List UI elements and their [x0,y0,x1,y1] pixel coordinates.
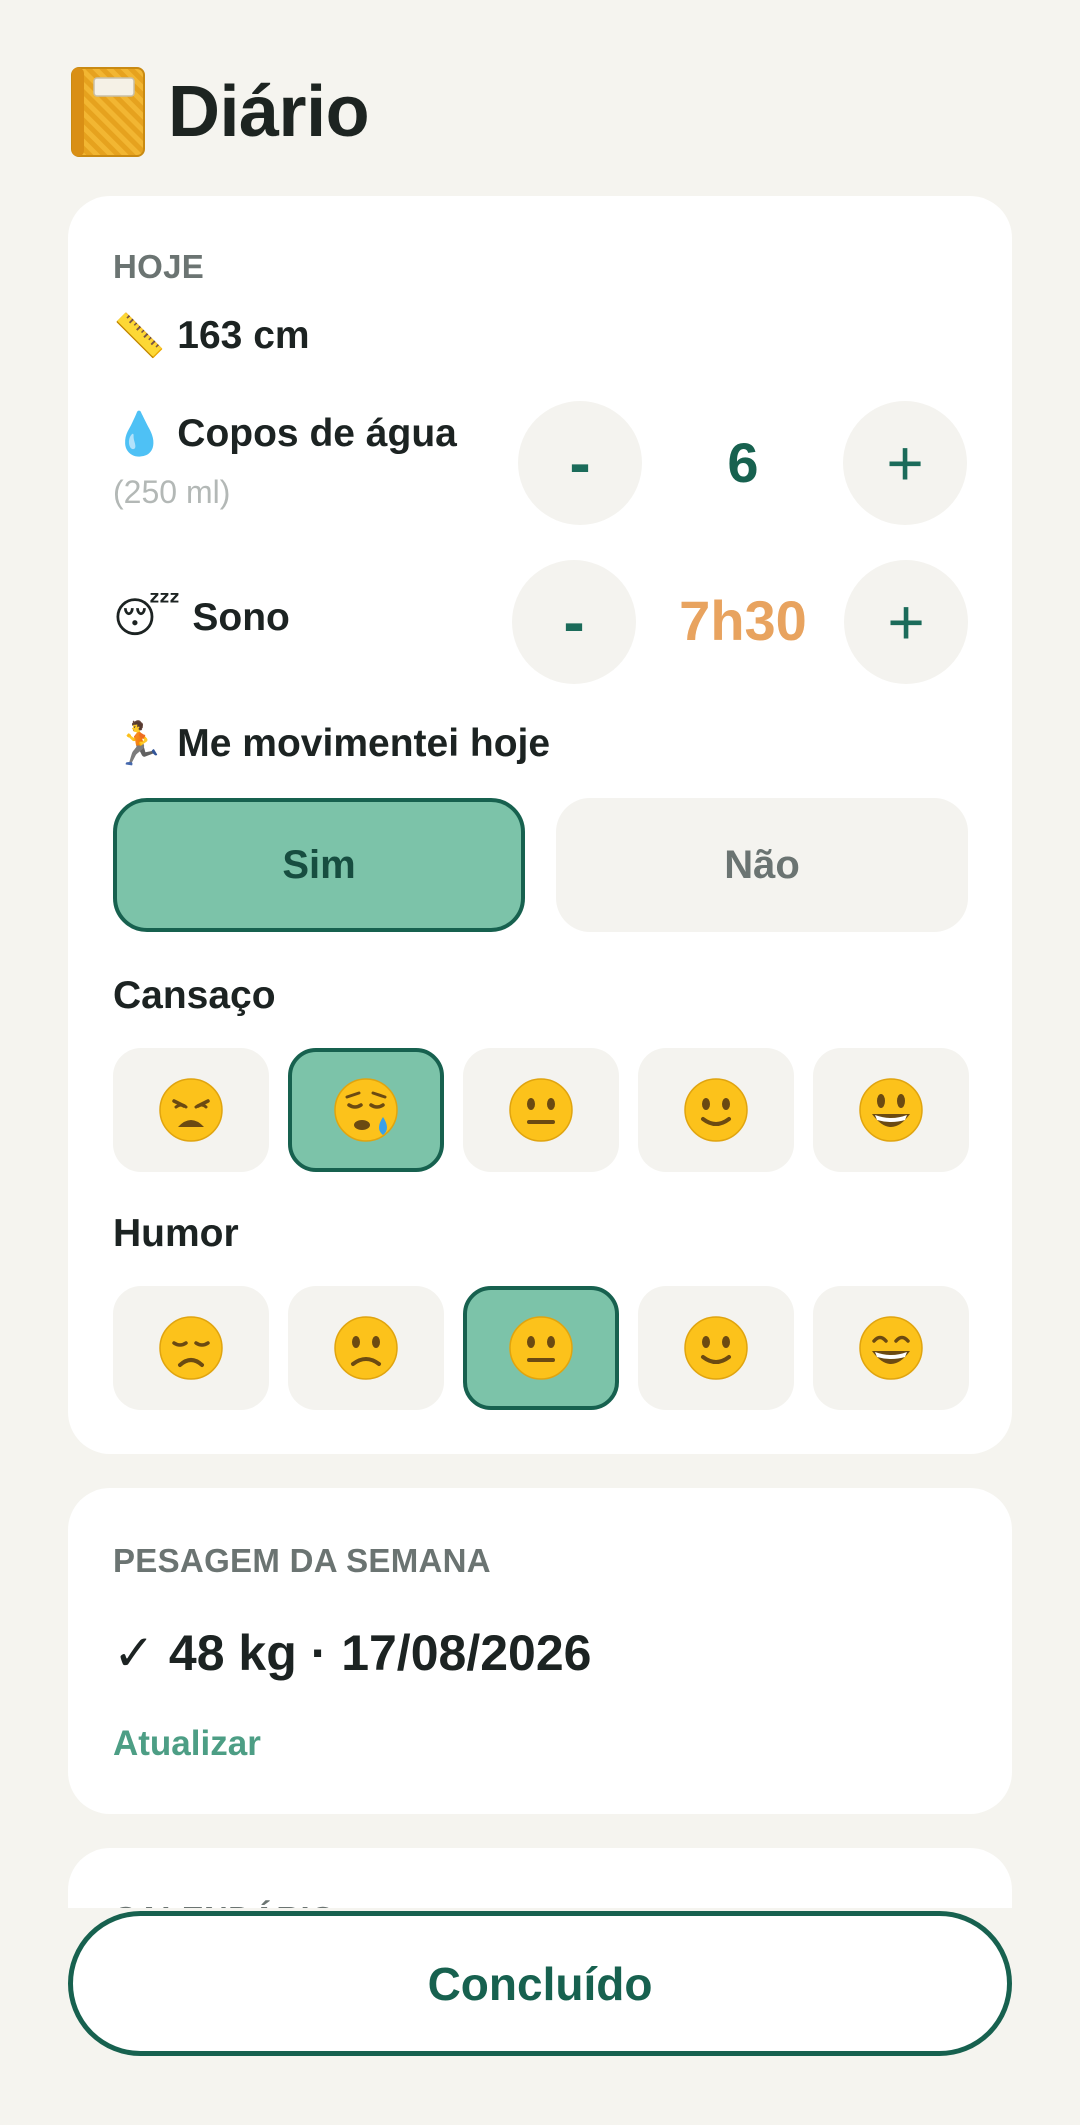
weigh-entry: ✓ 48 kg · 17/08/2026 [113,1624,591,1682]
weigh-card: PESAGEM DA SEMANA ✓ 48 kg · 17/08/2026 A… [68,1488,1012,1814]
height-row: 📏 163 cm [113,314,310,358]
diary-screen: Diário HOJE 📏 163 cm 💧 Copos de água (25… [0,0,1080,2125]
water-sublabel: (250 ml) [113,474,231,510]
tiredness-option-4[interactable] [638,1048,794,1172]
grinning-smiling-eyes-face-icon [859,1316,923,1380]
neutral-face-icon [509,1078,573,1142]
tiredness-option-1[interactable] [113,1048,269,1172]
mood-option-5[interactable] [813,1286,969,1410]
neutral-face-icon [509,1316,573,1380]
today-card: HOJE 📏 163 cm 💧 Copos de água (250 ml) -… [68,196,1012,1454]
movement-label: Me movimentei hoje [177,722,551,765]
slightly-smiling-face-icon [684,1078,748,1142]
mood-option-3[interactable] [463,1286,619,1410]
sleep-increment-button[interactable]: + [844,560,968,684]
movement-yes-button[interactable]: Sim [113,798,525,932]
page-header: Diário [68,66,370,158]
tiredness-option-3[interactable] [463,1048,619,1172]
sleep-row: 😴 Sono [113,596,290,640]
tiredness-option-5[interactable] [813,1048,969,1172]
movement-no-button[interactable]: Não [556,798,968,932]
sleep-value: 7h30 [679,589,807,652]
tiredness-label: Cansaço [113,974,276,1018]
sleep-label: Sono [192,596,290,639]
water-decrement-button[interactable]: - [518,401,642,525]
mood-label: Humor [113,1212,239,1256]
height-value: 163 cm [177,314,310,357]
runner-icon: 🏃 [113,720,166,767]
mood-option-4[interactable] [638,1286,794,1410]
update-weigh-link[interactable]: Atualizar [113,1724,261,1764]
tiredness-label-text: Cansaço [113,974,276,1017]
page-title: Diário [168,72,370,152]
disappointed-face-icon [159,1316,223,1380]
sleepy-face-icon [334,1078,398,1142]
sleeping-face-icon: 😴 [113,594,181,641]
check-icon: ✓ [113,1625,155,1681]
slightly-frowning-face-icon [334,1316,398,1380]
tiredness-option-2[interactable] [288,1048,444,1172]
mood-option-2[interactable] [288,1286,444,1410]
slightly-smiling-face-icon [684,1316,748,1380]
movement-row: 🏃 Me movimentei hoje [113,722,550,766]
ruler-icon: 📏 [113,312,166,359]
water-increment-button[interactable]: + [843,401,967,525]
tiredness-options [113,1048,969,1172]
notebook-icon [71,67,145,157]
mood-label-text: Humor [113,1212,239,1255]
water-row: 💧 Copos de água [113,412,457,456]
today-section-label: HOJE [113,248,205,285]
done-button[interactable]: Concluído [68,1911,1012,2056]
sleep-decrement-button[interactable]: - [512,560,636,684]
weigh-section-label: PESAGEM DA SEMANA [113,1542,491,1579]
weigh-value: 48 kg · 17/08/2026 [168,1625,592,1681]
mood-option-1[interactable] [113,1286,269,1410]
droplet-icon: 💧 [113,410,166,457]
weary-face-icon [159,1078,223,1142]
grinning-face-icon [859,1078,923,1142]
water-count: 6 [727,431,759,494]
water-label: Copos de água [177,412,457,455]
mood-options [113,1286,969,1410]
